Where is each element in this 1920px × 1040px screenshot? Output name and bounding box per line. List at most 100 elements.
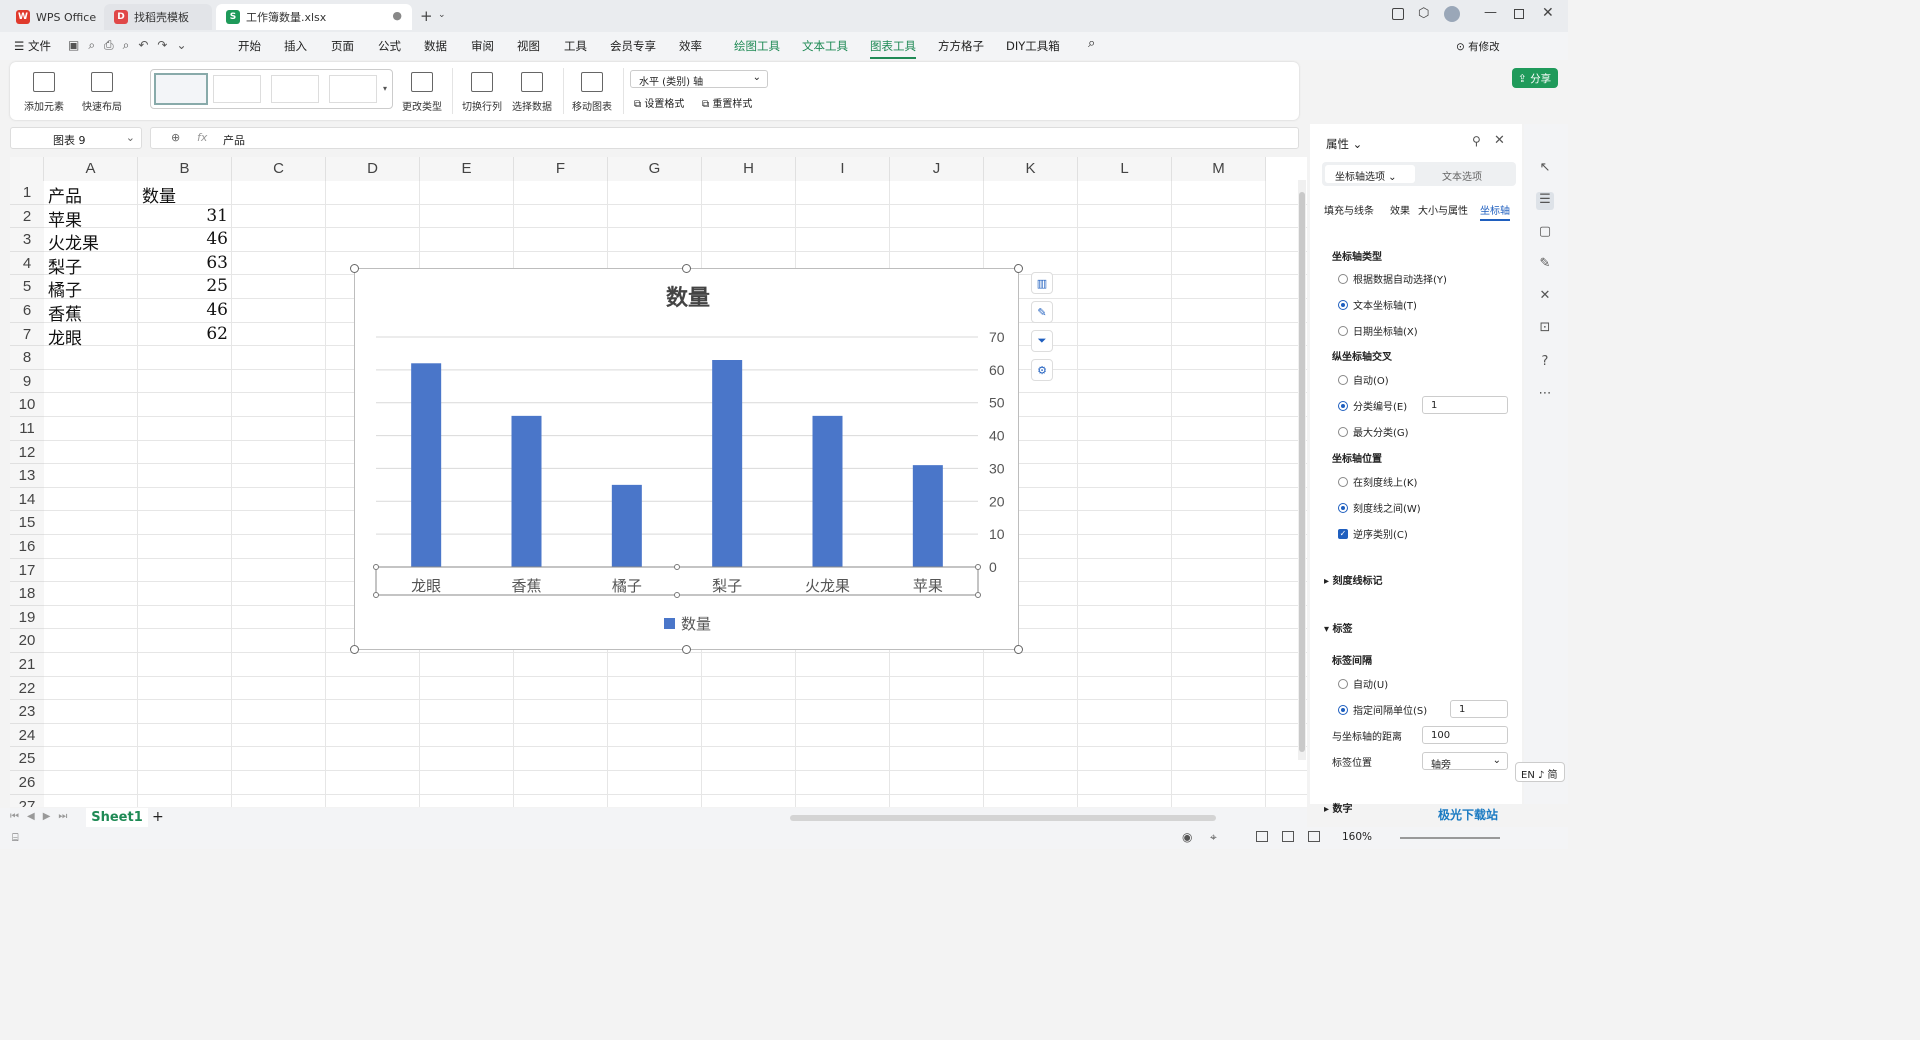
zoom-slider[interactable] <box>1400 837 1500 839</box>
avatar[interactable] <box>1444 6 1460 22</box>
cube-icon[interactable]: ⬡ <box>1418 6 1429 21</box>
tab-workbook[interactable]: S 工作簿数量.xlsx ● <box>216 4 412 30</box>
chart-title[interactable]: 数量 <box>666 285 710 311</box>
axis-handle[interactable] <box>674 564 680 570</box>
subtab-fill-line[interactable]: 填充与线条 <box>1324 202 1374 217</box>
gallery-more-icon[interactable]: ▾ <box>383 84 387 93</box>
column-header-F[interactable]: F <box>514 157 608 181</box>
axis-handle[interactable] <box>373 564 379 570</box>
menu-text-tools[interactable]: 文本工具 <box>802 38 848 54</box>
column-header-J[interactable]: J <box>890 157 984 181</box>
comment-icon[interactable]: ▢ <box>1536 224 1554 242</box>
x-tick-label[interactable]: 橘子 <box>612 577 642 595</box>
menu-member[interactable]: 会员专享 <box>610 38 656 54</box>
axis-handle[interactable] <box>975 592 981 598</box>
row-header-7[interactable]: 7 <box>10 322 44 347</box>
row-header-9[interactable]: 9 <box>10 369 44 394</box>
axis-handle[interactable] <box>975 564 981 570</box>
checkbox-reverse-categories[interactable]: ✓ 逆序类别(C) <box>1338 526 1408 541</box>
cell-B1[interactable]: 数量 <box>142 182 176 207</box>
cell-A2[interactable]: 苹果 <box>48 206 82 231</box>
subtab-effect[interactable]: 效果 <box>1390 202 1410 217</box>
radio-cross-category[interactable]: 分类编号(E) <box>1338 398 1407 413</box>
chart-filter-icon[interactable]: ⏷ <box>1031 330 1053 352</box>
add-sheet-icon[interactable]: + <box>152 809 164 825</box>
section-tick-marks[interactable]: ▸ 刻度线标记 <box>1324 572 1383 587</box>
close-icon[interactable]: ✕ <box>1542 5 1554 21</box>
change-type-button[interactable]: 更改类型 <box>402 72 442 113</box>
menu-page[interactable]: 页面 <box>331 38 354 54</box>
resize-handle[interactable] <box>350 645 359 654</box>
cell-A3[interactable]: 火龙果 <box>48 229 99 254</box>
tab-menu-chevron-icon[interactable]: ⌄ <box>438 10 446 20</box>
x-tick-label[interactable]: 梨子 <box>712 577 742 595</box>
menu-diy[interactable]: DIY工具箱 <box>1006 38 1060 54</box>
column-header-G[interactable]: G <box>608 157 702 181</box>
resize-handle[interactable] <box>1014 264 1023 273</box>
horizontal-scrollbar[interactable] <box>790 815 1216 821</box>
cell-B2[interactable]: 31 <box>138 206 228 226</box>
cell-B5[interactable]: 25 <box>138 276 228 296</box>
radio-cross-max[interactable]: 最大分类(G) <box>1338 424 1409 439</box>
help-icon[interactable]: ? <box>1536 354 1554 372</box>
properties-icon[interactable]: ☰ <box>1536 192 1554 210</box>
page-break-icon[interactable] <box>1308 831 1320 842</box>
radio-interval-auto[interactable]: 自动(U) <box>1338 676 1388 691</box>
column-header-E[interactable]: E <box>420 157 514 181</box>
location-icon[interactable]: ⌖ <box>1210 830 1217 845</box>
menu-chart-tools[interactable]: 图表工具 <box>870 38 916 59</box>
row-header-21[interactable]: 21 <box>10 653 44 677</box>
cell-A7[interactable]: 龙眼 <box>48 324 82 349</box>
cursor-icon[interactable]: ↖ <box>1536 160 1554 178</box>
quick-layout-button[interactable]: 快速布局 <box>82 72 122 113</box>
column-header-B[interactable]: B <box>138 157 232 181</box>
chart-style-1[interactable] <box>154 73 208 105</box>
pin-icon[interactable]: ⚲ <box>1472 134 1481 148</box>
legend-label[interactable]: 数量 <box>681 615 711 633</box>
bar-0[interactable] <box>411 363 442 567</box>
row-header-25[interactable]: 25 <box>10 747 44 771</box>
bar-4[interactable] <box>812 415 843 567</box>
row-header-11[interactable]: 11 <box>10 417 44 441</box>
row-header-6[interactable]: 6 <box>10 299 44 323</box>
row-header-3[interactable]: 3 <box>10 228 44 252</box>
x-tick-label[interactable]: 香蕉 <box>511 577 541 595</box>
select-all-corner[interactable] <box>10 157 44 181</box>
bar-2[interactable] <box>611 484 642 567</box>
menu-formula[interactable]: 公式 <box>378 38 401 54</box>
row-header-20[interactable]: 20 <box>10 629 44 653</box>
menu-view[interactable]: 视图 <box>517 38 540 54</box>
cell-B3[interactable]: 46 <box>138 229 228 249</box>
label-position-select[interactable]: 轴旁 ⌄ <box>1422 752 1508 771</box>
menu-fangfang[interactable]: 方方格子 <box>938 38 984 54</box>
style-icon[interactable]: ✎ <box>1536 256 1554 274</box>
axis-handle[interactable] <box>674 592 680 598</box>
maximize-icon[interactable] <box>1514 9 1524 19</box>
row-header-19[interactable]: 19 <box>10 605 44 630</box>
name-box[interactable]: 图表 9 ⌄ <box>10 127 142 149</box>
column-header-I[interactable]: I <box>796 157 890 181</box>
chart-style-3[interactable] <box>271 75 319 103</box>
tab-axis-options[interactable]: 坐标轴选项 ⌄ <box>1325 165 1415 183</box>
section-number[interactable]: ▸ 数字 <box>1324 800 1353 815</box>
row-header-1[interactable]: 1 <box>10 181 44 205</box>
page-layout-icon[interactable] <box>1282 831 1294 842</box>
row-header-23[interactable]: 23 <box>10 700 44 724</box>
ime-indicator[interactable]: EN ♪ 简 <box>1515 762 1565 782</box>
select-data-button[interactable]: 选择数据 <box>512 72 552 113</box>
cell-B6[interactable]: 46 <box>138 300 228 320</box>
move-chart-button[interactable]: 移动图表 <box>572 72 612 113</box>
fx-icon[interactable]: fx <box>197 131 207 144</box>
reset-style-button[interactable]: ⧉ 重置样式 <box>702 95 752 110</box>
quick-access-icons[interactable]: ▣⌕⎙⌕↶↷⌄ <box>68 38 196 53</box>
formula-input[interactable]: ⊕ fx 产品 <box>150 127 1299 149</box>
row-header-24[interactable]: 24 <box>10 723 44 748</box>
file-menu[interactable]: ☰ 文件 <box>14 38 51 54</box>
panel-title[interactable]: 属性 ⌄ <box>1326 136 1362 152</box>
subtab-axis[interactable]: 坐标轴 <box>1480 202 1510 221</box>
chart-settings-icon[interactable]: ⚙ <box>1031 359 1053 381</box>
row-header-2[interactable]: 2 <box>10 204 44 229</box>
row-header-8[interactable]: 8 <box>10 346 44 370</box>
row-header-12[interactable]: 12 <box>10 440 44 465</box>
row-header-17[interactable]: 17 <box>10 558 44 583</box>
